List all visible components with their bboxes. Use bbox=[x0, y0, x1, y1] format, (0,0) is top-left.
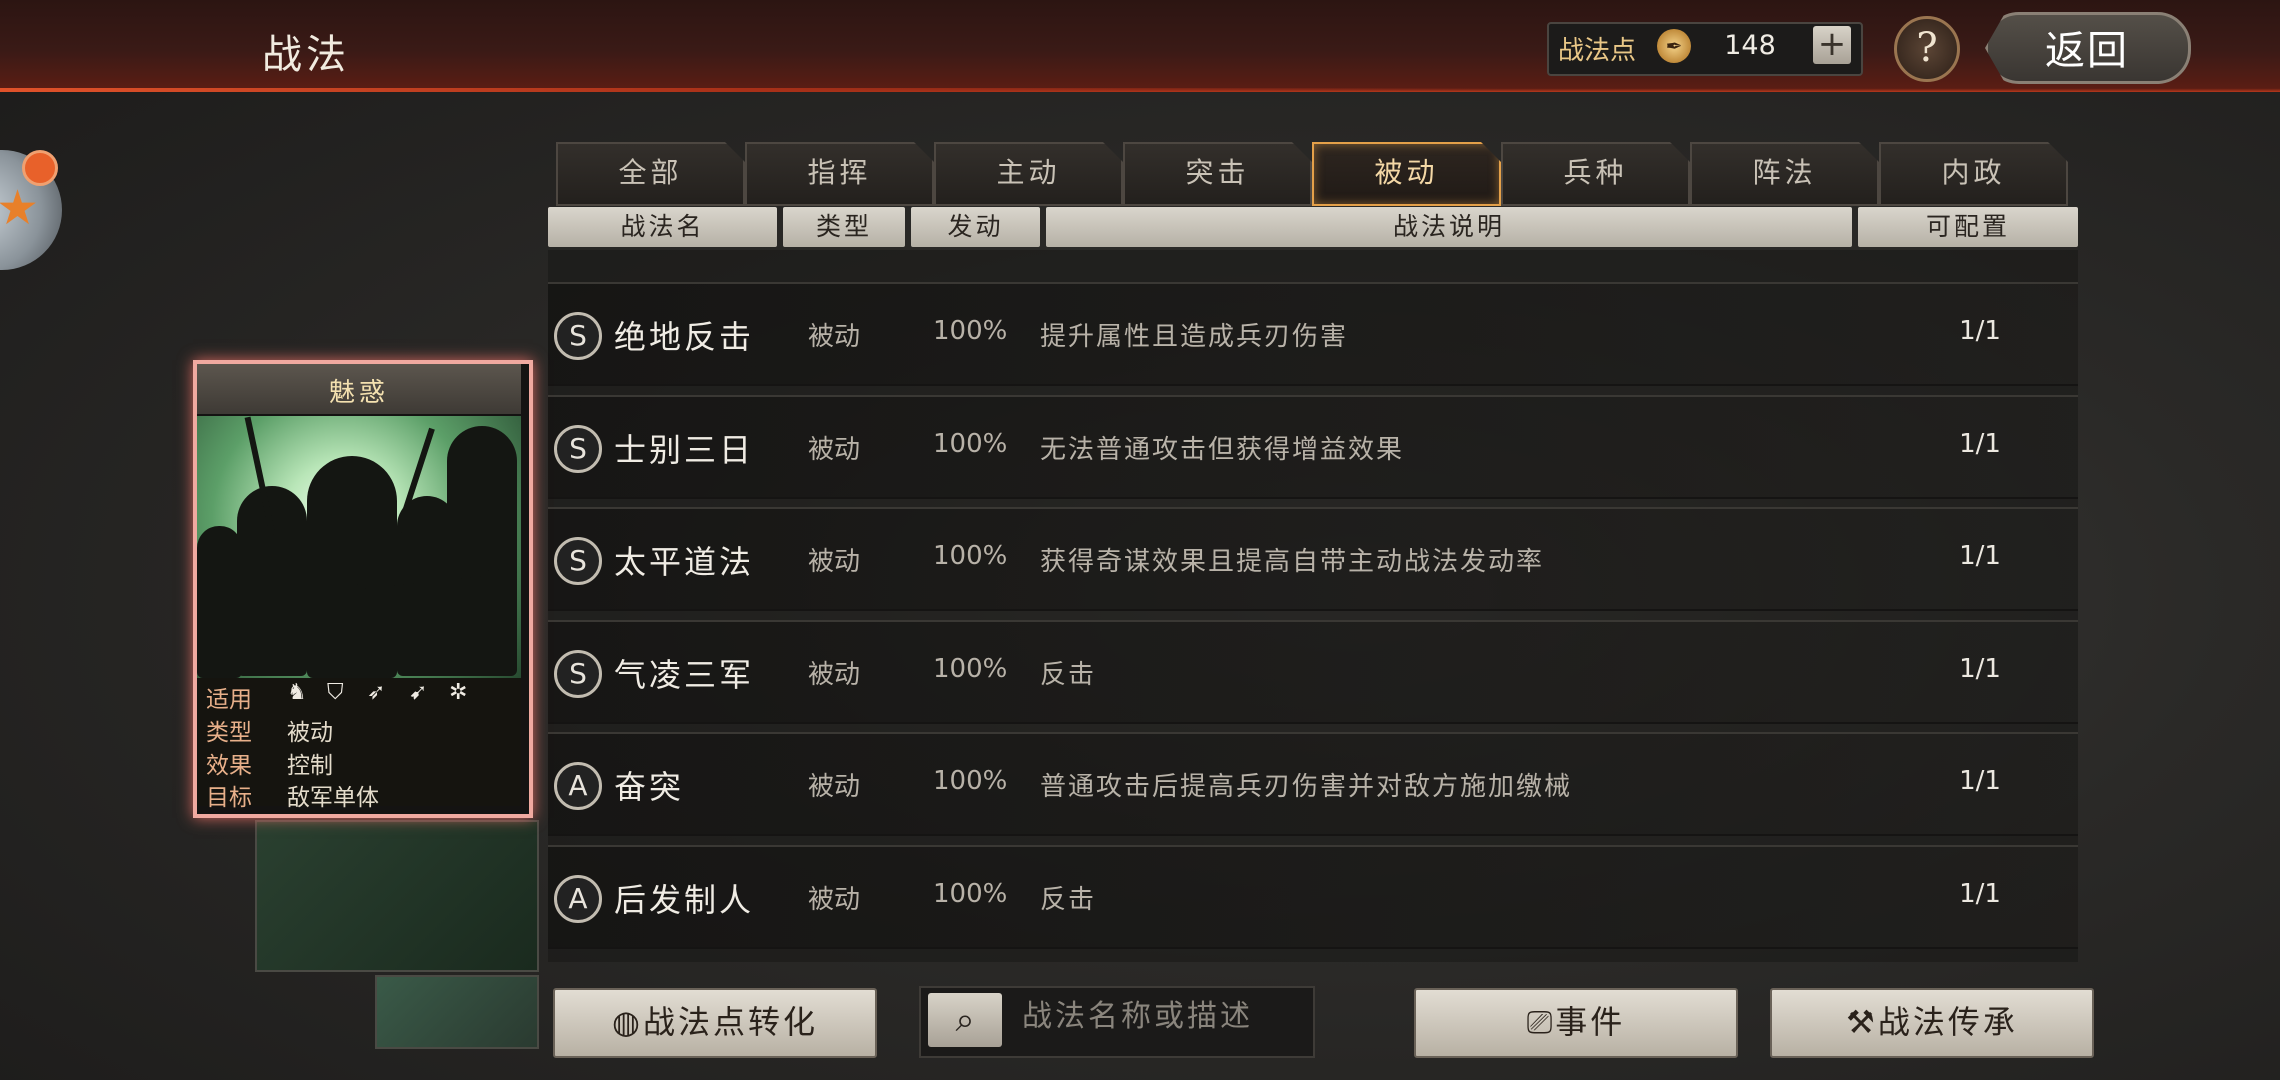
tactic-point-coin-icon: ✒ bbox=[1657, 29, 1691, 63]
tab-troop[interactable]: 兵种 bbox=[1501, 142, 1690, 206]
effect-label: 效果 bbox=[206, 753, 252, 779]
inherit-button[interactable]: ⚒战法传承 bbox=[1770, 988, 2094, 1058]
card-artwork bbox=[197, 416, 521, 678]
skill-description: 获得奇谋效果且提高自带主动战法发动率 bbox=[1040, 547, 1545, 577]
skill-rate: 100% bbox=[933, 316, 1008, 346]
skill-count: 1/1 bbox=[1959, 766, 2001, 796]
skill-type: 被动 bbox=[808, 885, 861, 915]
type-label: 类型 bbox=[206, 720, 252, 746]
skill-rate: 100% bbox=[933, 654, 1008, 684]
wheel-icon: ✲ bbox=[449, 680, 468, 705]
search-input[interactable] bbox=[1020, 998, 1304, 1035]
skill-description: 反击 bbox=[1040, 885, 1097, 915]
column-header-count[interactable]: 可配置 bbox=[1858, 207, 2078, 247]
skill-description: 无法普通攻击但获得增益效果 bbox=[1040, 435, 1405, 465]
tactic-points-value: 148 bbox=[1724, 30, 1776, 61]
skill-name: 气凌三军 bbox=[614, 656, 755, 694]
grade-badge: A bbox=[554, 875, 602, 923]
tab-active[interactable]: 主动 bbox=[934, 142, 1123, 206]
page-title: 战法 bbox=[262, 32, 350, 78]
tab-internal[interactable]: 内政 bbox=[1879, 142, 2068, 206]
grade-badge: S bbox=[554, 537, 602, 585]
column-header-name[interactable]: 战法名 bbox=[548, 207, 777, 247]
column-header-type[interactable]: 类型 bbox=[783, 207, 905, 247]
skill-rate: 100% bbox=[933, 879, 1008, 909]
skill-description: 提升属性且造成兵刃伤害 bbox=[1040, 322, 1349, 352]
tactic-points-label: 战法点 bbox=[1558, 36, 1637, 66]
cavalry-icon: ♞ bbox=[287, 680, 307, 705]
stacked-card[interactable] bbox=[375, 975, 539, 1049]
inherit-label: 战法传承 bbox=[1877, 1003, 2018, 1041]
event-label: 事件 bbox=[1555, 1003, 1626, 1041]
skill-row[interactable]: A 奋突 被动 100% 普通攻击后提高兵刃伤害并对敌方施加缴械 1/1 bbox=[548, 732, 2078, 836]
grade-badge: A bbox=[554, 762, 602, 810]
convert-points-label: 战法点转化 bbox=[642, 1003, 818, 1041]
skill-name: 士别三日 bbox=[614, 431, 755, 469]
event-button[interactable]: ⎚事件 bbox=[1414, 988, 1738, 1058]
skill-name: 奋突 bbox=[614, 768, 685, 806]
skill-name: 太平道法 bbox=[614, 543, 755, 581]
tab-assault[interactable]: 突击 bbox=[1123, 142, 1312, 206]
bow-icon: ➶ bbox=[367, 680, 386, 705]
tab-passive[interactable]: 被动 bbox=[1312, 142, 1501, 206]
help-button[interactable]: ? bbox=[1894, 16, 1960, 82]
notification-dot bbox=[22, 150, 58, 186]
hammer-icon: ⚒ bbox=[1846, 1003, 1878, 1041]
grade-badge: S bbox=[554, 425, 602, 473]
grade-badge: S bbox=[554, 312, 602, 360]
skill-rate: 100% bbox=[933, 429, 1008, 459]
spear-icon: ➹ bbox=[409, 680, 428, 705]
skill-count: 1/1 bbox=[1959, 541, 2001, 571]
skill-type: 被动 bbox=[808, 660, 861, 690]
back-button-label[interactable]: 返回 bbox=[2045, 18, 2129, 76]
shield-icon: ⛉ bbox=[327, 680, 344, 705]
skill-row[interactable]: S 气凌三军 被动 100% 反击 1/1 bbox=[548, 620, 2078, 724]
skill-rate: 100% bbox=[933, 766, 1008, 796]
convert-points-button[interactable]: ◍战法点转化 bbox=[553, 988, 877, 1058]
skill-name: 后发制人 bbox=[614, 881, 755, 919]
skill-count: 1/1 bbox=[1959, 879, 2001, 909]
effect-value: 控制 bbox=[287, 753, 333, 779]
type-value: 被动 bbox=[287, 720, 333, 746]
star-icon: ★ bbox=[0, 180, 40, 236]
skill-row[interactable]: S 太平道法 被动 100% 获得奇谋效果且提高自带主动战法发动率 1/1 bbox=[548, 507, 2078, 611]
column-header-rate[interactable]: 发动 bbox=[911, 207, 1040, 247]
skill-row[interactable]: S 士别三日 被动 100% 无法普通攻击但获得增益效果 1/1 bbox=[548, 395, 2078, 499]
skill-rate: 100% bbox=[933, 541, 1008, 571]
applicable-label: 适用 bbox=[206, 687, 252, 713]
card-title: 魅惑 bbox=[328, 378, 389, 408]
skill-count: 1/1 bbox=[1959, 654, 2001, 684]
skill-description: 普通攻击后提高兵刃伤害并对敌方施加缴械 bbox=[1040, 772, 1573, 802]
skill-row[interactable]: S 绝地反击 被动 100% 提升属性且造成兵刃伤害 1/1 bbox=[548, 282, 2078, 386]
skill-count: 1/1 bbox=[1959, 429, 2001, 459]
tab-all[interactable]: 全部 bbox=[556, 142, 745, 206]
tab-formation[interactable]: 阵法 bbox=[1690, 142, 1879, 206]
skill-type: 被动 bbox=[808, 435, 861, 465]
skill-row[interactable]: A 后发制人 被动 100% 反击 1/1 bbox=[548, 845, 2078, 949]
skill-type: 被动 bbox=[808, 322, 861, 352]
target-label: 目标 bbox=[206, 785, 252, 811]
tab-command[interactable]: 指挥 bbox=[745, 142, 934, 206]
skill-count: 1/1 bbox=[1959, 316, 2001, 346]
skill-type: 被动 bbox=[808, 547, 861, 577]
grade-badge: S bbox=[554, 650, 602, 698]
skill-description: 反击 bbox=[1040, 660, 1097, 690]
alert-icon: ⎚ bbox=[1526, 1003, 1556, 1041]
coin-icon: ◍ bbox=[612, 1003, 643, 1041]
target-value: 敌军单体 bbox=[287, 785, 379, 811]
skill-type: 被动 bbox=[808, 772, 861, 802]
stacked-card[interactable] bbox=[255, 820, 539, 972]
search-icon[interactable]: ⌕ bbox=[928, 993, 1002, 1047]
column-header-description: 战法说明 bbox=[1046, 207, 1852, 247]
skill-name: 绝地反击 bbox=[614, 318, 755, 356]
add-points-button[interactable]: + bbox=[1813, 26, 1851, 64]
